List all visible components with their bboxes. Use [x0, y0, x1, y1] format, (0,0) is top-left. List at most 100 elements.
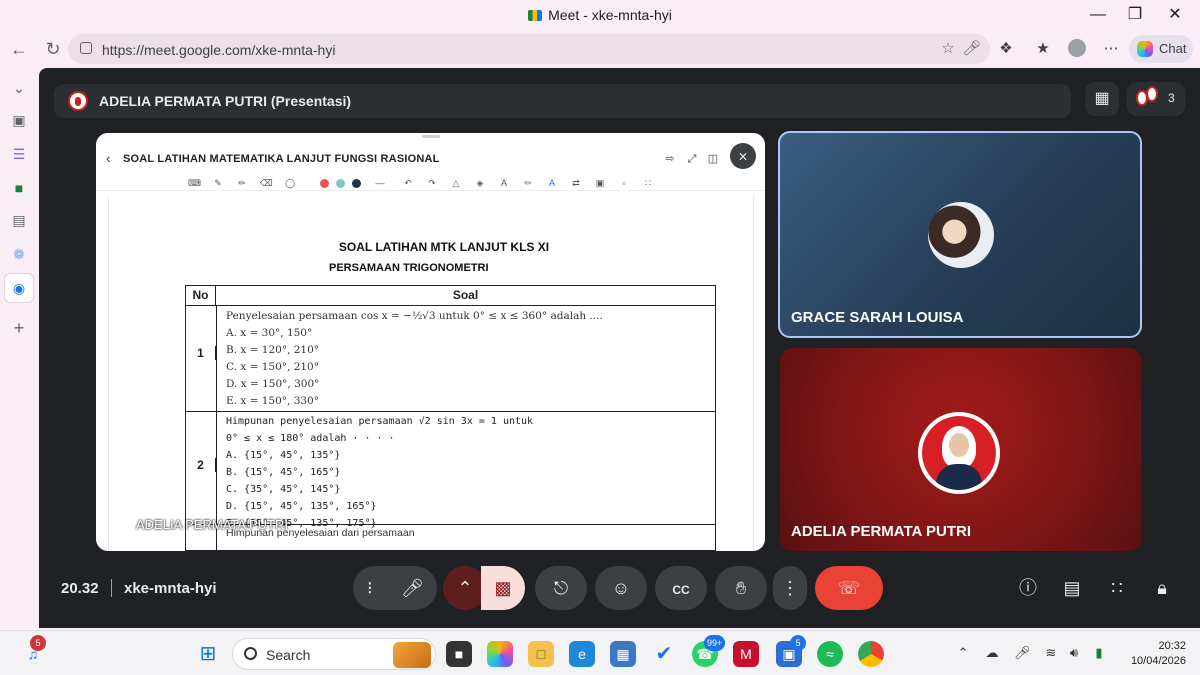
minimize-icon[interactable]: — — [1083, 4, 1113, 26]
close-icon[interactable]: ✕ — [1160, 4, 1190, 26]
spotify-icon[interactable]: ≈ — [817, 641, 843, 667]
meeting-info-icon[interactable]: ⓘ — [1016, 576, 1040, 600]
pen-icon[interactable]: ✎ — [212, 177, 224, 189]
option: C. {35°, 45°, 145°} — [226, 484, 341, 495]
activities-icon[interactable]: ∷ — [1105, 576, 1129, 600]
profile-icon[interactable] — [1066, 39, 1088, 59]
present-button[interactable]: ⎋ — [535, 566, 587, 610]
reactions-button[interactable]: ☺ — [595, 566, 647, 610]
exit-icon[interactable]: ⇨ — [662, 151, 678, 167]
chevron-up-icon: ⌃ — [457, 578, 473, 598]
widgets-icon[interactable]: ♫ 5 — [20, 635, 46, 667]
edge-icon[interactable]: e — [569, 641, 595, 667]
undo-icon[interactable]: ↶ — [402, 177, 414, 189]
more-options-button[interactable]: ⋮ — [773, 566, 807, 610]
text-tool-icon[interactable]: A — [498, 177, 510, 189]
participant-tile-adelia[interactable]: ADELIA PERMATA PUTRI — [780, 348, 1141, 551]
presenter-avatar — [68, 91, 88, 111]
stroke-width-icon[interactable]: — — [374, 177, 386, 189]
raise-hand-button[interactable]: ✋︎ — [715, 566, 767, 610]
tab-actions-icon[interactable]: ▣ — [9, 110, 29, 130]
back-arrow-icon[interactable]: ← — [6, 37, 32, 61]
camera-off-button[interactable]: ▩ — [481, 566, 525, 610]
layout-toggle-icon[interactable]: ▦ — [1085, 82, 1119, 116]
chevron-down-icon[interactable]: ⌄ — [9, 78, 29, 98]
record-icon[interactable]: ◉ — [9, 278, 29, 298]
chat-icon[interactable]: ▤ — [1060, 576, 1084, 600]
host-controls-icon[interactable]: 🔒︎ — [1150, 576, 1174, 600]
more-menu-icon[interactable]: ⋯ — [1100, 39, 1122, 59]
wifi-icon[interactable]: ≋ — [1043, 645, 1059, 661]
eraser-icon[interactable]: ⌫ — [260, 177, 273, 189]
drag-handle[interactable] — [422, 135, 440, 138]
meet-tab-icon[interactable]: ■ — [9, 178, 29, 198]
file-explorer-icon[interactable]: □ — [528, 641, 554, 667]
read-aloud-icon[interactable]: A — [546, 177, 558, 189]
shape-icon[interactable]: △ — [450, 177, 462, 189]
microphone-icon[interactable]: 🎤︎ — [962, 40, 982, 58]
add-icon[interactable]: + — [9, 318, 29, 338]
onedrive-icon[interactable]: ☁ — [984, 645, 1000, 661]
option: D. {15°, 45°, 135°, 165°} — [226, 501, 377, 512]
edge-sidebar: ⌄ ▣ ☰ ■ ▤ ❁ ◉ + — [0, 68, 38, 630]
pen-color-teal[interactable] — [336, 179, 345, 188]
option: C. x = 150°, 210° — [226, 361, 319, 373]
teams-icon[interactable]: ▣ 5 — [776, 635, 806, 667]
participant-tile-grace[interactable]: GRACE SARAH LOUISA — [778, 131, 1142, 338]
copilot-app-icon[interactable] — [487, 641, 513, 667]
store-icon[interactable]: ▦ — [610, 641, 636, 667]
chevron-up-icon[interactable]: ⌃ — [955, 645, 971, 661]
translate-icon[interactable]: ⇄ — [570, 177, 582, 189]
system-clock[interactable]: 20:32 10/04/2026 — [1120, 639, 1186, 669]
redo-icon[interactable]: ↷ — [426, 177, 438, 189]
todo-icon[interactable]: ✔ — [651, 641, 677, 667]
meet-logo-icon — [528, 10, 543, 21]
volume-icon[interactable]: 🔊︎ — [1066, 645, 1082, 661]
grid-icon[interactable]: ∷ — [642, 177, 654, 189]
reload-icon[interactable]: ↻ — [40, 37, 66, 61]
copilot-chat-button[interactable]: Chat — [1129, 35, 1193, 63]
option: D. x = 150°, 300° — [226, 378, 320, 390]
microphone-button[interactable]: ⁝ 🎤︎ — [353, 566, 437, 610]
audio-level-icon: ⁝ — [367, 578, 373, 598]
favorites-icon[interactable]: ★ — [1032, 39, 1054, 59]
expand-icon[interactable]: ⤢ — [684, 151, 700, 167]
microphone-tray-icon[interactable]: 🎤︎ — [1014, 645, 1031, 661]
battery-icon[interactable]: ▮ — [1091, 645, 1107, 661]
pen-color-red[interactable] — [320, 179, 329, 188]
site-info-icon[interactable] — [80, 42, 92, 54]
presentation-screen[interactable]: ‹ SOAL LATIHAN MATEMATIKA LANJUT FUNGSI … — [96, 133, 765, 551]
captions-button[interactable]: CC — [655, 566, 707, 610]
address-bar[interactable]: https://meet.google.com/xke-mnta-hyi ☆ 🎤… — [68, 34, 990, 64]
pen-color-navy[interactable] — [352, 179, 361, 188]
page-view-icon[interactable]: ◫ — [705, 151, 721, 167]
vertical-tabs-icon[interactable]: ☰ — [9, 144, 29, 164]
extensions-icon[interactable]: ❖ — [995, 39, 1017, 59]
chrome-icon[interactable] — [858, 641, 884, 667]
url-text[interactable]: https://meet.google.com/xke-mnta-hyi — [102, 42, 335, 58]
page-tool-icon[interactable]: ▫ — [618, 177, 630, 189]
presentation-owner-name: ADELIA PERMATA PUTRI — [136, 517, 288, 532]
option: A. x = 30°, 150° — [226, 327, 313, 339]
back-chevron-icon[interactable]: ‹ — [106, 150, 111, 166]
task-view-icon[interactable]: ■ — [446, 641, 472, 667]
participants-button[interactable]: 3 — [1127, 82, 1185, 116]
emoji-icon: ☺ — [611, 578, 631, 598]
fill-icon[interactable]: ◈ — [474, 177, 486, 189]
mcafee-icon[interactable]: M — [733, 641, 759, 667]
participant-avatar-icon — [1146, 86, 1158, 102]
collections-icon[interactable]: ▤ — [9, 210, 29, 230]
taskbar-search[interactable]: Search — [232, 638, 436, 670]
leave-call-button[interactable]: ☏ — [815, 566, 883, 610]
copilot-sidebar-icon[interactable]: ❁ — [9, 244, 29, 264]
highlighter-icon[interactable]: ✏ — [236, 177, 248, 189]
lasso-icon[interactable]: ◯ — [284, 177, 296, 189]
start-windows-icon[interactable]: ⊞ — [195, 641, 221, 667]
favorite-star-icon[interactable]: ☆ — [938, 40, 958, 58]
whatsapp-icon[interactable]: ☎ 99+ — [692, 635, 726, 667]
meeting-time: 20.32 — [61, 580, 99, 597]
restore-icon[interactable]: ❐ — [1120, 4, 1150, 26]
image-icon[interactable]: ▣ — [594, 177, 606, 189]
marker-icon[interactable]: ✏ — [522, 177, 534, 189]
keyboard-icon[interactable]: ⌨ — [188, 177, 201, 189]
